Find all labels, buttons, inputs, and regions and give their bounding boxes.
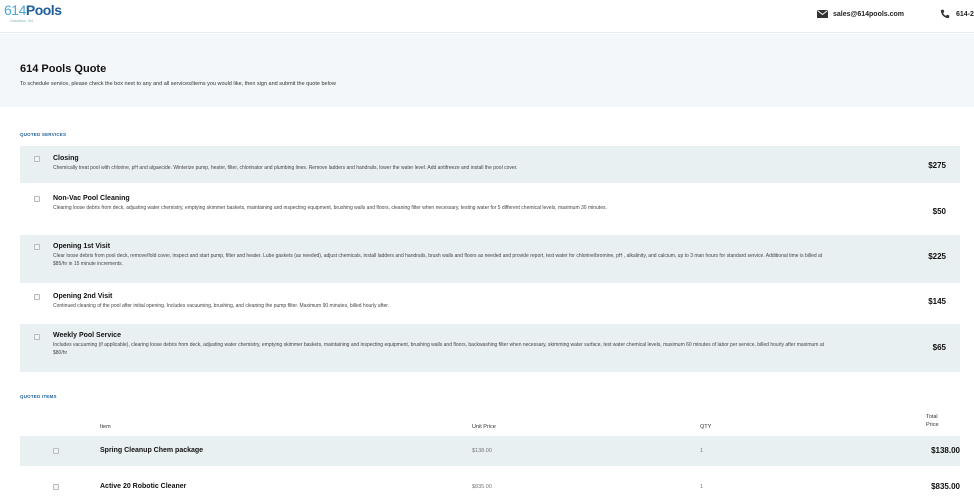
item-row[interactable]: Spring Cleanup Chem package $138.00 1 $1… (20, 436, 960, 466)
column-header-item: Item (100, 424, 111, 430)
phone-text: 614-219-20 (956, 10, 974, 18)
column-header-qty: QTY (700, 424, 712, 430)
service-row-opening-1st-visit[interactable]: Opening 1st Visit Clear loose debris fro… (20, 235, 960, 283)
service-title: Opening 2nd Visit (53, 293, 113, 300)
service-title: Non-Vac Pool Cleaning (53, 195, 130, 202)
column-header-unit-price: Unit Price (472, 424, 496, 430)
logo-wordmark: 614Pools (4, 2, 62, 18)
service-row-opening-2nd-visit[interactable]: Opening 2nd Visit Continued cleaning of … (20, 286, 960, 320)
item-checkbox[interactable] (53, 484, 59, 490)
item-qty: 1 (700, 484, 704, 490)
service-description: Chemically treat pool with chlorine, pH … (53, 165, 518, 171)
service-checkbox[interactable] (34, 156, 40, 162)
service-checkbox[interactable] (34, 334, 40, 340)
service-row-weekly-pool-service[interactable]: Weekly Pool Service Includes vacuuming (… (20, 324, 960, 372)
item-unit-price: $835.00 (472, 484, 492, 490)
service-description: Includes vacuuming (if applicable), clea… (53, 342, 824, 356)
service-checkbox[interactable] (34, 196, 40, 202)
service-title: Weekly Pool Service (53, 332, 121, 339)
service-row-closing[interactable]: Closing Chemically treat pool with chlor… (20, 146, 960, 183)
quoted-services-heading: QUOTED SERVICES (20, 132, 67, 137)
phone-icon (940, 9, 950, 19)
logo-tagline: Columbus, OH (10, 19, 33, 23)
quoted-items-heading: QUOTED ITEMS (20, 394, 57, 399)
item-row[interactable]: Active 20 Robotic Cleaner $835.00 1 $835… (20, 472, 960, 502)
items-table-header: Item Unit Price QTY Total Price (20, 410, 960, 436)
item-name: Active 20 Robotic Cleaner (100, 483, 187, 490)
item-total-price: $835.00 (931, 482, 960, 491)
service-price: $145 (928, 297, 946, 306)
column-header-total-price: Total Price (926, 414, 939, 428)
quote-header: 614 Pools Quote To schedule service, ple… (0, 34, 974, 107)
service-description: Clearing loose debris from deck, adjusti… (53, 205, 607, 211)
company-logo[interactable]: 614Pools Columbus, OH (4, 2, 62, 28)
item-qty: 1 (700, 448, 704, 454)
page-instructions: To schedule service, please check the bo… (20, 81, 336, 87)
top-bar: 614Pools Columbus, OH sales@614pools.com… (0, 0, 974, 33)
email-link[interactable]: sales@614pools.com (817, 8, 904, 20)
service-price: $275 (928, 161, 946, 170)
item-unit-price: $138.00 (472, 448, 492, 454)
page-title: 614 Pools Quote (20, 63, 107, 75)
item-name: Spring Cleanup Chem package (100, 447, 204, 454)
mail-icon (817, 10, 828, 18)
service-checkbox[interactable] (34, 294, 40, 300)
service-price: $65 (932, 343, 946, 352)
service-row-non-vac-pool-cleaning[interactable]: Non-Vac Pool Cleaning Clearing loose deb… (20, 187, 960, 232)
item-checkbox[interactable] (53, 448, 59, 454)
item-total-price: $138.00 (931, 446, 960, 455)
service-description: Clear loose debris from pool deck, remov… (53, 253, 823, 267)
service-title: Closing (53, 155, 79, 162)
service-checkbox[interactable] (34, 244, 40, 250)
service-title: Opening 1st Visit (53, 243, 111, 250)
email-text: sales@614pools.com (833, 10, 905, 18)
service-price: $50 (932, 207, 946, 216)
service-description: Continued cleaning of the pool after ini… (53, 303, 390, 309)
phone-link[interactable]: 614-219-20 (940, 8, 974, 20)
service-price: $225 (928, 252, 946, 261)
